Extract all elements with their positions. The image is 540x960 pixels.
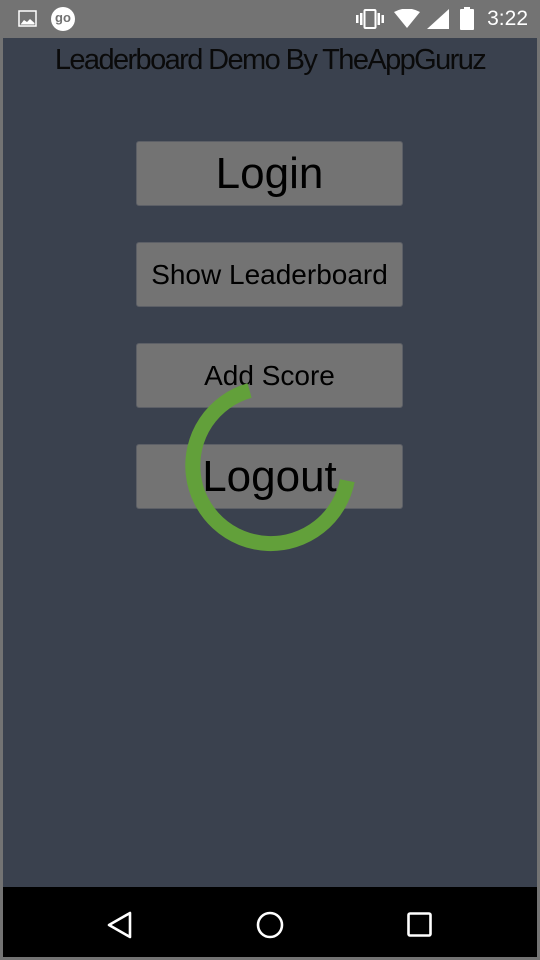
back-icon[interactable]: [101, 905, 141, 945]
wifi-icon: [394, 9, 420, 28]
logout-button-label: Logout: [202, 451, 337, 501]
battery-icon: [460, 7, 474, 30]
add-score-button[interactable]: Add Score: [136, 343, 403, 408]
signal-icon: [427, 9, 449, 29]
go-icon: go: [51, 7, 75, 31]
image-icon: [18, 10, 37, 27]
go-icon-label: go: [55, 10, 71, 25]
show-leaderboard-button-label: Show Leaderboard: [151, 258, 388, 290]
app-screen: Leaderboard Demo By TheAppGuruz Login Sh…: [3, 38, 537, 887]
navigation-bar: [3, 887, 537, 957]
login-button[interactable]: Login: [136, 141, 403, 206]
app-title: Leaderboard Demo By TheAppGuruz: [54, 44, 487, 76]
show-leaderboard-button[interactable]: Show Leaderboard: [136, 242, 403, 307]
login-button-label: Login: [215, 148, 324, 198]
recents-icon[interactable]: [400, 905, 440, 945]
vibrate-icon: [356, 9, 384, 29]
clock: 3:22: [487, 7, 528, 30]
status-bar: go 3:22: [0, 0, 540, 38]
logout-button[interactable]: Logout: [136, 444, 403, 509]
home-icon[interactable]: [250, 905, 290, 945]
add-score-button-label: Add Score: [204, 359, 335, 391]
